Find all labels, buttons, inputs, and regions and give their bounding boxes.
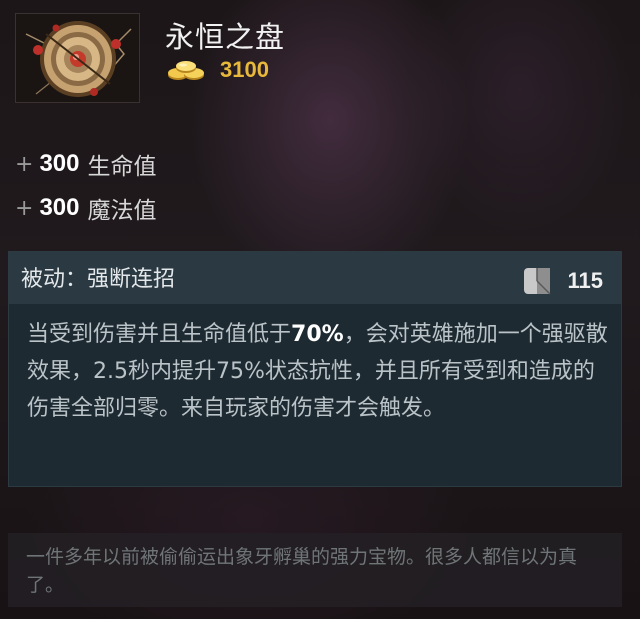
lore-text: 一件多年以前被偷偷运出象牙孵巢的强力宝物。很多人都信以为真了。: [26, 546, 578, 596]
item-name: 永恒之盘: [165, 20, 286, 54]
ability-description: 当受到伤害并且生命值低于70%，会对英雄施加一个强驱散效果，2.5秒内提升75%…: [27, 316, 612, 427]
stat-mana: + 300 魔法值: [15, 192, 156, 224]
stat-sign: +: [15, 151, 34, 177]
stat-label: 魔法值: [87, 198, 157, 224]
cooldown-icon: [523, 268, 551, 295]
ability-panel: 被动：强断连招 115 当受到伤害并且生命值低于70%，会对英雄施加一个强驱散效…: [8, 251, 622, 487]
stat-value: 300: [39, 150, 80, 177]
ability-title: 被动：强断连招: [21, 267, 176, 292]
item-cost-value: 3100: [220, 57, 269, 82]
stat-health: + 300 生命值: [15, 148, 156, 180]
item-cost: 3100: [166, 56, 269, 84]
ability-desc-highlight: 70%: [291, 322, 344, 347]
lore-panel: 一件多年以前被偷偷运出象牙孵巢的强力宝物。很多人都信以为真了。: [8, 533, 622, 607]
cooldown-value: 115: [567, 268, 604, 293]
stat-value: 300: [39, 194, 80, 221]
item-stats: + 300 生命值 + 300 魔法值: [15, 148, 156, 236]
gold-coins-icon: [168, 61, 204, 80]
stat-sign: +: [15, 195, 34, 221]
ability-cooldown: 115: [522, 266, 604, 296]
ability-desc-text: 当受到伤害并且生命值低于: [27, 322, 292, 347]
ability-header: 被动：强断连招 115: [9, 252, 621, 304]
stat-label: 生命值: [87, 154, 157, 180]
aeon-disk-icon: [15, 13, 140, 103]
